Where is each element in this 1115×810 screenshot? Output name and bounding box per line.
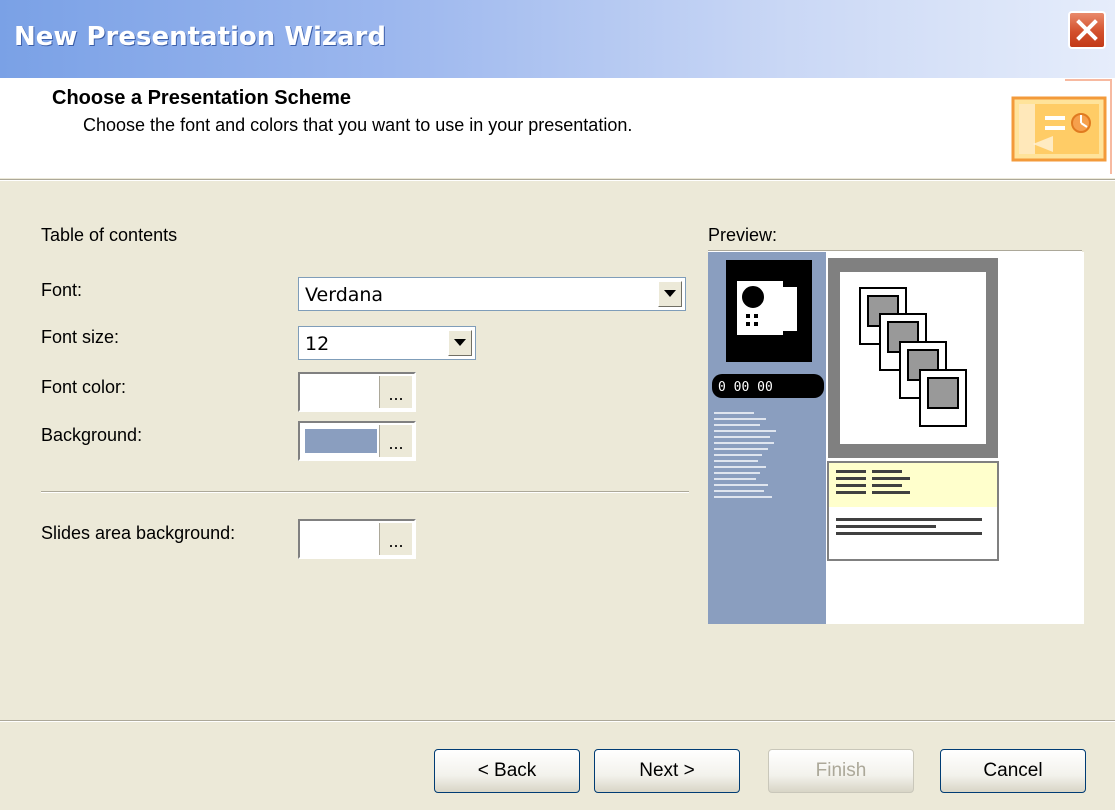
close-button[interactable] [1068,11,1106,49]
font-select[interactable]: Verdana [298,277,686,311]
chevron-down-icon [454,339,466,346]
slides-background-color-swatch [305,527,377,551]
font-size-select-value: 12 [305,333,330,355]
slides-background-color-picker[interactable]: ... [298,519,416,559]
title-bar: New Presentation Wizard [0,0,1115,78]
slides-background-browse-button[interactable]: ... [379,523,412,555]
wizard-header: Choose a Presentation Scheme Choose the … [0,78,1115,178]
font-size-label: Font size: [41,327,120,347]
section-label: Table of contents [41,225,178,245]
page-title: Choose a Presentation Scheme [52,87,351,109]
font-color-swatch [305,380,377,404]
header-separator [0,179,1115,181]
chevron-down-icon [664,290,676,297]
font-select-value: Verdana [305,284,384,306]
back-button[interactable]: < Back [434,749,580,793]
background-color-swatch [305,429,377,453]
window-title: New Presentation Wizard [14,22,387,52]
font-size-select[interactable]: 12 [298,326,476,360]
close-icon [1076,19,1098,41]
preview-thumbnail: 0 00 00 [708,252,999,624]
finish-button[interactable]: Finish [768,749,914,793]
font-label: Font: [41,280,83,300]
background-color-picker[interactable]: ... [298,421,416,461]
preview-label: Preview: [708,225,778,245]
preview-pane: 0 00 00 [708,252,1084,624]
cancel-button[interactable]: Cancel [940,749,1086,793]
font-color-label: Font color: [41,377,127,397]
footer-separator [0,720,1115,722]
page-subtitle: Choose the font and colors that you want… [83,115,633,135]
slides-background-label: Slides area background: [41,523,236,543]
font-color-picker[interactable]: ... [298,372,416,412]
next-button[interactable]: Next > [594,749,740,793]
background-label: Background: [41,425,143,445]
presentation-scheme-icon [1011,79,1112,174]
font-size-dropdown-button[interactable] [448,330,472,356]
font-color-browse-button[interactable]: ... [379,376,412,408]
preview-counter: 0 00 00 [718,380,773,395]
background-color-browse-button[interactable]: ... [379,425,412,457]
form-separator [41,491,689,493]
camera-icon [737,281,797,335]
font-dropdown-button[interactable] [658,281,682,307]
